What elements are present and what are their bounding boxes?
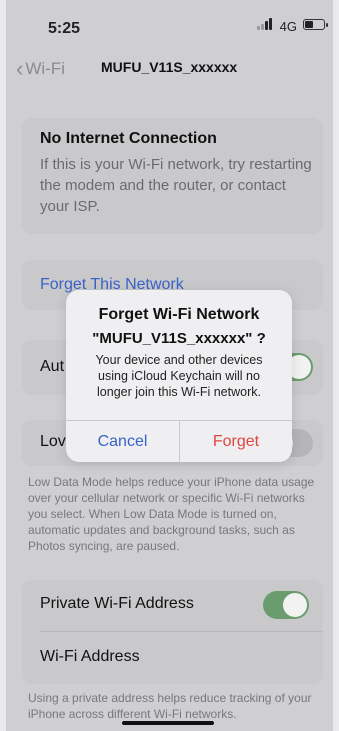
row-divider (40, 631, 323, 632)
network-type: 4G (279, 19, 297, 34)
warning-body: If this is your Wi-Fi network, try resta… (40, 156, 312, 215)
low-data-label: Lov (40, 433, 66, 450)
private-address-label: Private Wi-Fi Address (40, 595, 194, 612)
back-label: Wi-Fi (25, 59, 65, 78)
alert-message: Your device and other devices using iClo… (95, 353, 263, 399)
battery-icon (303, 19, 328, 30)
signal-icon (257, 18, 275, 30)
cancel-button[interactable]: Cancel (66, 421, 179, 462)
page-title: MUFU_V11S_xxxxxx (101, 59, 238, 75)
alert-network-name: "MUFU_V11S_xxxxxx" ? (92, 330, 266, 347)
auto-join-label: Aut (40, 358, 65, 375)
forget-button[interactable]: Forget (180, 421, 292, 462)
private-address-footnote: Using a private address helps reduce tra… (28, 691, 312, 721)
screen-edge-right (333, 0, 339, 731)
back-button[interactable]: ‹ Wi-Fi (16, 56, 65, 82)
warning-title: No Internet Connection (40, 130, 217, 147)
toggle-knob (283, 593, 307, 617)
status-time: 5:25 (48, 20, 81, 37)
home-indicator (122, 721, 214, 725)
no-internet-card: No Internet Connection If this is your W… (22, 118, 323, 234)
wifi-address-label: Wi-Fi Address (40, 648, 140, 665)
private-address-toggle[interactable] (263, 591, 309, 619)
alert-title: Forget Wi-Fi Network (98, 306, 260, 323)
battery-level (305, 21, 313, 28)
low-data-footnote: Low Data Mode helps reduce your iPhone d… (28, 475, 315, 553)
private-address-card: Private Wi-Fi Address Wi-Fi Address (22, 580, 323, 684)
nav-bar: ‹ Wi-Fi MUFU_V11S_xxxxxx (6, 54, 333, 84)
status-bar: 5:25 4G (6, 0, 333, 48)
chevron-left-icon: ‹ (16, 56, 24, 81)
forget-network-alert: Forget Wi-Fi Network "MUFU_V11S_xxxxxx" … (66, 290, 292, 462)
